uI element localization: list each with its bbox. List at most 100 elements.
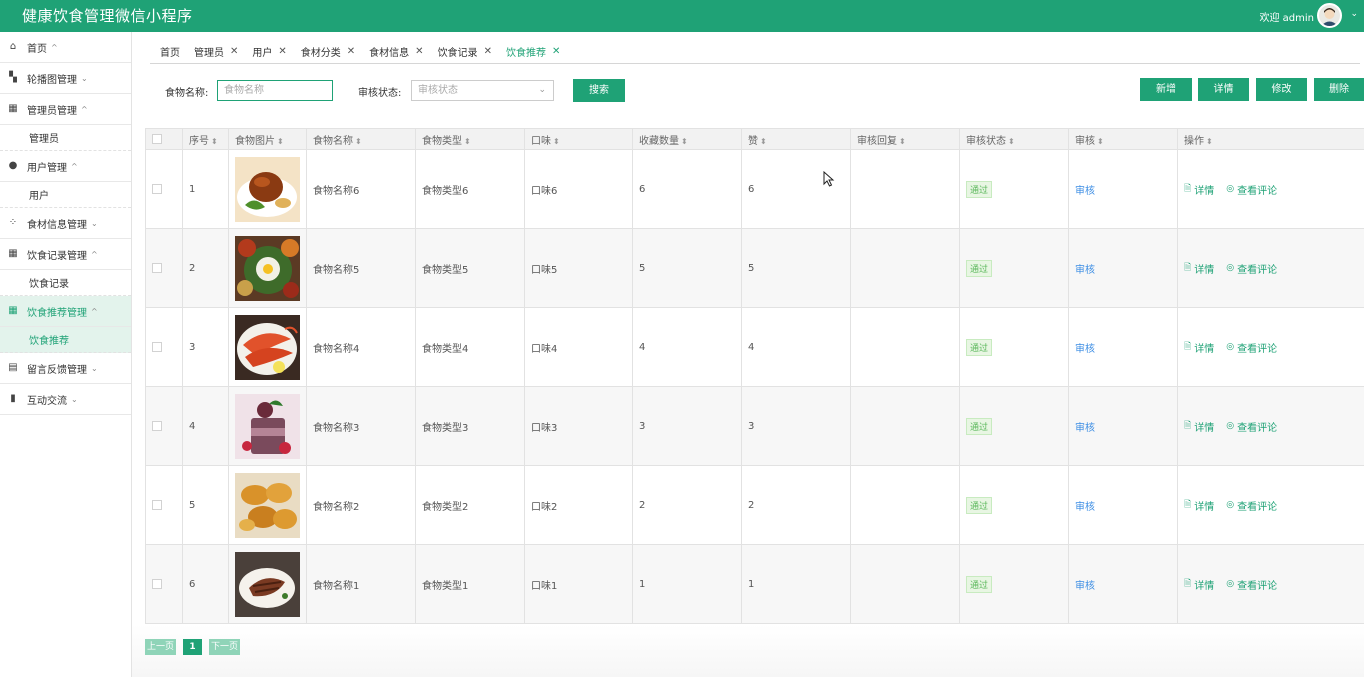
close-icon[interactable]: ✕: [230, 46, 238, 57]
sidebar-subitem-diet-record[interactable]: 饮食记录: [0, 270, 131, 296]
audit-link[interactable]: 审核: [1075, 344, 1095, 355]
row-checkbox[interactable]: [152, 341, 162, 352]
steak-plate-icon[interactable]: [235, 551, 300, 617]
tab-user[interactable]: 用户 ✕: [252, 44, 286, 59]
detail-link[interactable]: 🗎 详情: [1184, 576, 1214, 592]
fried-food-icon[interactable]: [235, 472, 300, 538]
column-header[interactable]: 口味 ⬍: [524, 128, 633, 150]
view-comments-link[interactable]: ◎ 查看评论: [1226, 577, 1277, 592]
view-comments-link[interactable]: ◎ 查看评论: [1226, 340, 1277, 355]
row-checkbox[interactable]: [152, 262, 162, 273]
column-header[interactable]: 审核状态 ⬍: [959, 128, 1069, 150]
column-header[interactable]: 赞 ⬍: [741, 128, 851, 150]
prev-page-button[interactable]: 上一页: [145, 639, 176, 655]
sidebar-item-home[interactable]: ⌂ 首页 ^: [0, 32, 131, 63]
avatar[interactable]: [1317, 3, 1342, 28]
shrimp-icon[interactable]: [235, 314, 300, 380]
status-select[interactable]: 审核状态 ⌄: [411, 80, 554, 101]
sidebar-item-carousel[interactable]: ▚ 轮播图管理 ⌄: [0, 63, 131, 94]
sidebar-subitem-user[interactable]: 用户: [0, 182, 131, 208]
audit-link[interactable]: 审核: [1075, 186, 1095, 197]
view-comments-link[interactable]: ◎ 查看评论: [1226, 182, 1277, 197]
detail-button[interactable]: 详情: [1198, 78, 1249, 101]
view-comments-link[interactable]: ◎ 查看评论: [1226, 498, 1277, 513]
row-checkbox[interactable]: [152, 499, 162, 510]
sidebar-subitem-admin[interactable]: 管理员: [0, 125, 131, 151]
status-label: 审核状态:: [358, 88, 402, 99]
close-icon[interactable]: ✕: [347, 46, 355, 57]
audit-link[interactable]: 审核: [1075, 581, 1095, 592]
sidebar-item-admin-mgmt[interactable]: ▦ 管理员管理 ^: [0, 94, 131, 125]
tab-home[interactable]: 首页: [160, 44, 180, 59]
view-comments-link[interactable]: ◎ 查看评论: [1226, 419, 1277, 434]
cell-status: 通过: [959, 149, 1069, 229]
delete-button[interactable]: 删除: [1314, 78, 1364, 101]
table-row[interactable]: 3 食物名称4 食物类型4 口味4 4 4 通过 审核 🗎 详情 ◎ 查看评论: [145, 307, 1364, 387]
close-icon[interactable]: ✕: [552, 46, 560, 57]
cell-audit: 审核: [1068, 544, 1178, 624]
sidebar-subitem-diet-recommend[interactable]: 饮食推荐: [0, 327, 131, 353]
table-row[interactable]: 6 食物名称1 食物类型1 口味1 1 1 通过 审核 🗎 详情 ◎ 查看评论: [145, 544, 1364, 624]
page-number-button[interactable]: 1: [183, 639, 202, 655]
tab-admin[interactable]: 管理员 ✕: [194, 44, 238, 59]
close-icon[interactable]: ✕: [415, 46, 423, 57]
table-row[interactable]: 1 食物名称6 食物类型6 口味6 6 6 通过 审核 🗎 详情 ◎ 查看评论: [145, 149, 1364, 229]
cell-operations: 🗎 详情 ◎ 查看评论: [1177, 307, 1364, 387]
column-header[interactable]: 食物名称 ⬍: [306, 128, 416, 150]
row-checkbox[interactable]: [152, 420, 162, 431]
search-button[interactable]: 搜索: [573, 79, 625, 102]
close-icon[interactable]: ✕: [484, 46, 492, 57]
close-icon[interactable]: ✕: [278, 46, 286, 57]
detail-link-label: 详情: [1194, 422, 1215, 434]
audit-link[interactable]: 审核: [1075, 502, 1095, 513]
tab-ingredient-info[interactable]: 食材信息 ✕: [369, 44, 423, 59]
sidebar-item-ingredient-mgmt[interactable]: ⁘ 食材信息管理 ⌄: [0, 208, 131, 239]
row-checkbox[interactable]: [152, 578, 162, 589]
detail-link[interactable]: 🗎 详情: [1184, 418, 1214, 434]
sidebar-item-user-mgmt[interactable]: ● 用户管理 ^: [0, 151, 131, 182]
tab-ingredient-category[interactable]: 食材分类 ✕: [301, 44, 355, 59]
footer-background: [132, 625, 1364, 677]
sidebar-item-diet-recommend-mgmt[interactable]: ▦ 饮食推荐管理 ^: [0, 296, 131, 327]
column-header[interactable]: 审核回复 ⬍: [850, 128, 960, 150]
view-comments-link[interactable]: ◎ 查看评论: [1226, 261, 1277, 276]
column-header[interactable]: 收藏数量 ⬍: [632, 128, 742, 150]
table-row[interactable]: 5 食物名称2 食物类型2 口味2 2 2 通过 审核 🗎 详情 ◎ 查看评论: [145, 465, 1364, 545]
roast-meat-icon[interactable]: [235, 156, 300, 222]
view-comments-label: 查看评论: [1237, 264, 1278, 276]
row-checkbox[interactable]: [152, 183, 162, 194]
column-header[interactable]: 操作 ⬍: [1177, 128, 1364, 150]
tab-diet-recommend[interactable]: 饮食推荐 ✕: [506, 44, 560, 59]
column-label: 审核回复: [857, 135, 897, 147]
sidebar-item-interaction[interactable]: ▮ 互动交流 ⌄: [0, 384, 131, 415]
dessert-icon[interactable]: [235, 393, 300, 459]
cell-image: [228, 386, 307, 466]
audit-link[interactable]: 审核: [1075, 423, 1095, 434]
row-select-cell: [145, 386, 183, 466]
select-all-checkbox[interactable]: [152, 133, 162, 144]
column-header[interactable]: 序号 ⬍: [182, 128, 229, 150]
detail-link[interactable]: 🗎 详情: [1184, 181, 1214, 197]
cell-taste: 口味5: [524, 228, 633, 308]
detail-link[interactable]: 🗎 详情: [1184, 260, 1214, 276]
cell-food-type: 食物类型2: [415, 465, 525, 545]
chevron-down-icon[interactable]: ⌄: [1350, 9, 1358, 19]
next-page-button[interactable]: 下一页: [209, 639, 240, 655]
edit-button[interactable]: 修改: [1256, 78, 1307, 101]
table-row[interactable]: 2 食物名称5 食物类型5 口味5 5 5 通过 审核 🗎 详情 ◎ 查看评论: [145, 228, 1364, 308]
dish-platter-icon[interactable]: [235, 235, 300, 301]
column-header[interactable]: 食物图片 ⬍: [228, 128, 307, 150]
column-header[interactable]: 审核 ⬍: [1068, 128, 1178, 150]
cell-likes: 2: [741, 465, 851, 545]
tab-diet-record[interactable]: 饮食记录 ✕: [438, 44, 492, 59]
column-label: 操作: [1184, 135, 1204, 147]
sidebar-item-diet-record-mgmt[interactable]: ▦ 饮食记录管理 ^: [0, 239, 131, 270]
table-row[interactable]: 4 食物名称3 食物类型3 口味3 3 3 通过 审核 🗎 详情 ◎ 查看评论: [145, 386, 1364, 466]
food-name-input[interactable]: 食物名称: [217, 80, 333, 101]
add-button[interactable]: 新增: [1140, 78, 1192, 101]
sidebar-item-feedback-mgmt[interactable]: ▤ 留言反馈管理 ⌄: [0, 353, 131, 384]
column-header[interactable]: 食物类型 ⬍: [415, 128, 525, 150]
detail-link[interactable]: 🗎 详情: [1184, 497, 1214, 513]
detail-link[interactable]: 🗎 详情: [1184, 339, 1214, 355]
audit-link[interactable]: 审核: [1075, 265, 1095, 276]
